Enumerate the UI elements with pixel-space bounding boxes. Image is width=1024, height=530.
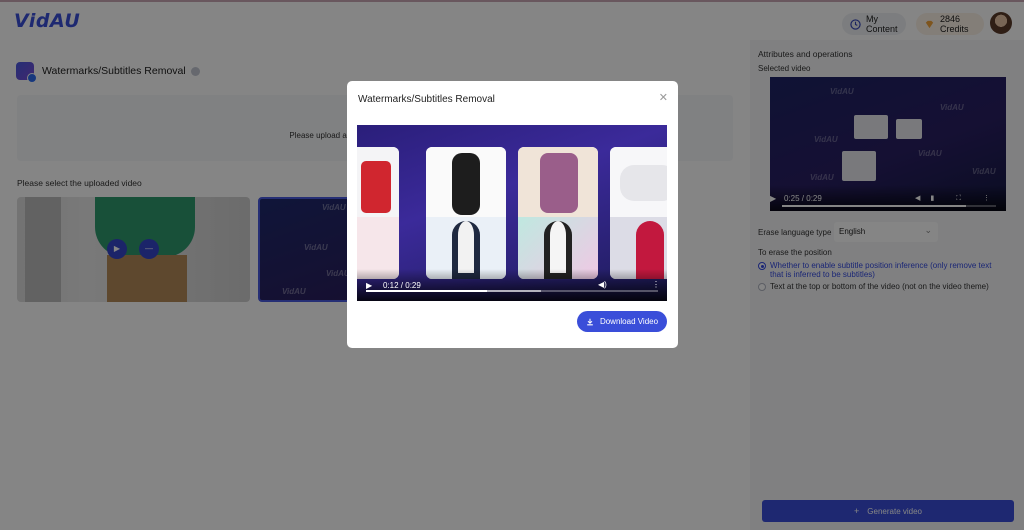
- download-video-button[interactable]: Download Video: [577, 311, 667, 332]
- close-icon[interactable]: ✕: [659, 91, 668, 104]
- video-card-baby-carrier: [518, 147, 598, 279]
- watch-image: [452, 153, 480, 215]
- video-card-watch: [426, 147, 506, 279]
- video-card-device: [610, 147, 667, 279]
- result-modal: Watermarks/Subtitles Removal ✕ ▶ 0:12 / …: [347, 81, 678, 348]
- modal-title: Watermarks/Subtitles Removal: [358, 94, 495, 105]
- video-time: 0:12 / 0:29: [383, 281, 421, 290]
- result-video-player[interactable]: ▶ 0:12 / 0:29 ◀) ⋮: [357, 125, 667, 301]
- play-icon[interactable]: ▶: [366, 281, 372, 290]
- more-options-icon[interactable]: ⋮: [652, 280, 660, 289]
- card-top: [426, 147, 506, 217]
- card-top: [518, 147, 598, 217]
- volume-icon[interactable]: ◀): [598, 280, 607, 289]
- download-label: Download Video: [599, 317, 659, 326]
- phone-case-image: [361, 161, 391, 213]
- card-top: [610, 147, 667, 217]
- video-controls: ▶ 0:12 / 0:29 ◀) ⋮: [357, 269, 667, 301]
- carrier-image: [540, 153, 578, 213]
- download-icon: [587, 318, 593, 325]
- video-progress-fill: [366, 290, 487, 292]
- device-image: [620, 165, 667, 201]
- video-progress-bar[interactable]: [366, 290, 658, 292]
- video-card-phone: [357, 147, 399, 279]
- card-top: [357, 147, 399, 217]
